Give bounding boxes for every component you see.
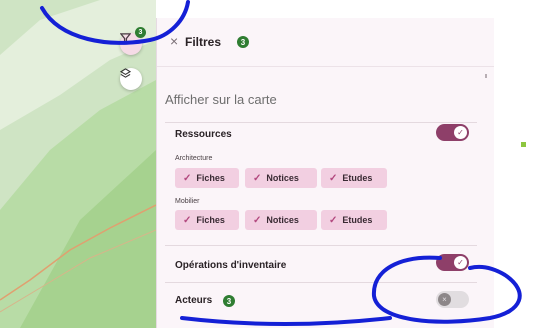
operations-label: Opérations d'inventaire [175,260,287,271]
header-divider [157,66,494,67]
ressources-toggle[interactable]: ✓ [436,124,469,141]
group-label-mobilier: Mobilier [175,198,200,205]
filter-panel: × Filtres 3 Afficher sur la carte Ressou… [156,18,494,328]
scrollbar-thumb[interactable] [485,74,487,78]
layers-button[interactable] [120,68,142,90]
check-icon: ✓ [329,172,338,184]
map-area[interactable]: 3 [0,0,156,328]
divider [165,122,477,123]
acteurs-toggle[interactable]: × [436,291,469,308]
chip-mobilier-fiches[interactable]: ✓ Fiches [175,210,239,230]
panel-header: × Filtres 3 [157,18,494,66]
acteurs-count-badge: 3 [223,295,235,307]
divider [165,245,477,246]
close-icon[interactable]: × [170,34,178,48]
chip-mobilier-etudes[interactable]: ✓ Etudes [321,210,387,230]
acteurs-label: Acteurs [175,295,213,306]
divider [165,282,477,283]
chip-architecture-etudes[interactable]: ✓ Etudes [321,168,387,188]
filter-count-badge: 3 [135,27,146,38]
check-icon: ✓ [253,172,262,184]
section-title: Afficher sur la carte [165,92,277,107]
check-icon: ✓ [183,172,192,184]
check-icon: ✓ [183,214,192,226]
chip-architecture-notices[interactable]: ✓ Notices [245,168,317,188]
filter-icon [120,33,131,44]
check-icon: ✓ [454,256,467,269]
check-icon: ✓ [253,214,262,226]
filter-count-badge: 3 [237,36,249,48]
check-icon: ✓ [454,126,467,139]
chip-architecture-fiches[interactable]: ✓ Fiches [175,168,239,188]
ressources-label: Ressources [175,129,232,140]
operations-toggle[interactable]: ✓ [436,254,469,271]
group-label-architecture: Architecture [175,155,213,162]
map-marker [521,142,526,147]
check-icon: ✓ [329,214,338,226]
panel-title: Filtres [185,35,222,49]
x-icon: × [438,293,451,306]
chip-mobilier-notices[interactable]: ✓ Notices [245,210,317,230]
layers-icon [120,68,131,78]
